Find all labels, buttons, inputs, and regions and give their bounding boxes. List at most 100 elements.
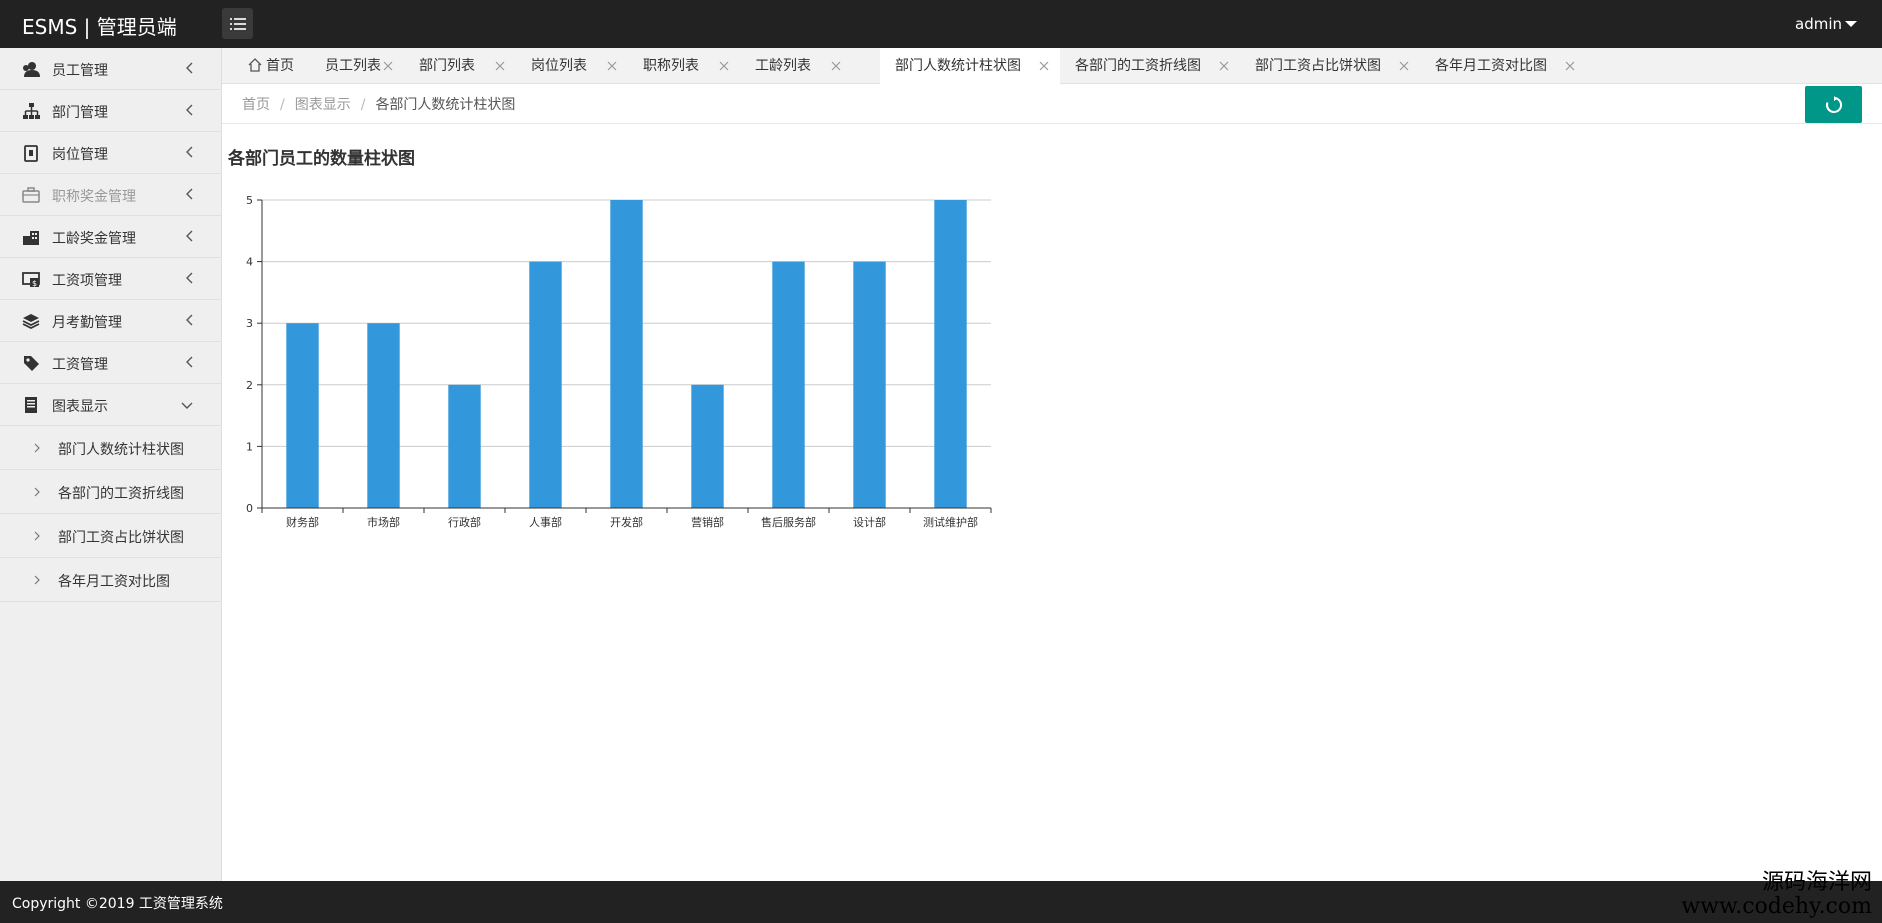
close-icon[interactable] (1398, 60, 1410, 72)
refresh-button[interactable] (1805, 86, 1862, 123)
breadcrumb-current: 各部门人数统计柱状图 (375, 97, 516, 113)
chevron-left-icon (185, 272, 193, 288)
bar[interactable] (448, 384, 481, 508)
bar[interactable] (610, 200, 643, 508)
x-tick-label: 测试维护部 (923, 515, 978, 529)
sidebar-subitem[interactable]: 各年月工资对比图 (0, 558, 221, 602)
breadcrumb-charts[interactable]: 图表显示 (295, 97, 351, 113)
users-icon (23, 62, 40, 77)
footer: Copyright ©2019 工资管理系统 源码海洋网 www.codehy.… (0, 871, 1882, 923)
chart-book-icon (25, 397, 37, 413)
x-tick-label: 市场部 (367, 515, 400, 529)
sidebar-item-label: 月考勤管理 (52, 315, 122, 331)
sidebar-item[interactable]: 工龄奖金管理 (0, 216, 221, 258)
close-icon[interactable] (1564, 60, 1576, 72)
refresh-icon (1825, 95, 1842, 113)
bar[interactable] (286, 323, 319, 508)
close-icon[interactable] (494, 60, 506, 72)
tab[interactable]: 各年月工资对比图 (1420, 48, 1586, 84)
sidebar-item[interactable]: 岗位管理 (0, 132, 221, 174)
badge-icon (24, 145, 38, 162)
copyright-text: Copyright ©2019 工资管理系统 (12, 896, 223, 912)
sidebar-item-label: 岗位管理 (52, 147, 108, 163)
sidebar-item-label: 部门管理 (52, 105, 108, 121)
chevron-left-icon (185, 356, 193, 372)
svg-text:$: $ (32, 279, 37, 288)
x-tick-label: 营销部 (691, 515, 724, 529)
close-icon[interactable] (1038, 60, 1050, 72)
chevron-down-icon (181, 398, 193, 414)
close-icon[interactable] (718, 60, 730, 72)
tab[interactable]: 职称列表 (628, 48, 740, 84)
sidebar-item[interactable]: 员工管理 (0, 48, 221, 90)
bar[interactable] (529, 261, 562, 508)
sidebar-item-label: 工龄奖金管理 (52, 231, 136, 247)
close-icon[interactable] (1218, 60, 1230, 72)
sidebar-subitem-label: 各年月工资对比图 (58, 574, 170, 590)
sidebar-item[interactable]: 月考勤管理 (0, 300, 221, 342)
tab[interactable]: 部门人数统计柱状图 (880, 48, 1060, 85)
chevron-left-icon (185, 104, 193, 120)
menu-toggle-button[interactable] (222, 8, 253, 39)
chevron-left-icon (185, 314, 193, 330)
sidebar-item-label: 图表显示 (52, 399, 108, 415)
tab-label: 职称列表 (643, 58, 699, 74)
sidebar-item[interactable]: 工资管理 (0, 342, 221, 384)
tab[interactable]: 首页 (240, 48, 310, 84)
bar[interactable] (367, 323, 400, 508)
user-menu[interactable]: admin (1795, 15, 1842, 33)
sidebar-subitem[interactable]: 各部门的工资折线图 (0, 470, 221, 514)
tab[interactable]: 员工列表 (310, 48, 404, 84)
bar[interactable] (772, 261, 805, 508)
tab[interactable]: 各部门的工资折线图 (1060, 48, 1240, 84)
tab[interactable]: 工龄列表 (740, 48, 852, 84)
sidebar-item[interactable]: 部门管理 (0, 90, 221, 132)
home-icon (248, 58, 262, 72)
caret-down-icon[interactable] (1845, 21, 1857, 27)
sitemap-icon (23, 103, 40, 119)
watermark-line2: www.codehy.com (1681, 894, 1872, 919)
sidebar-subitem[interactable]: 部门工资占比饼状图 (0, 514, 221, 558)
tab-label: 部门列表 (419, 58, 475, 74)
close-icon[interactable] (382, 60, 394, 72)
tab-label: 各部门的工资折线图 (1075, 58, 1201, 74)
close-icon[interactable] (830, 60, 842, 72)
chart-title: 各部门员工的数量柱状图 (228, 149, 415, 169)
sidebar-item[interactable]: $ 工资项管理 (0, 258, 221, 300)
sidebar-item[interactable]: 职称奖金管理 (0, 174, 221, 216)
tab-label: 各年月工资对比图 (1435, 58, 1547, 74)
chevron-right-icon (34, 573, 40, 589)
chevron-left-icon (185, 230, 193, 246)
tab[interactable]: 部门工资占比饼状图 (1240, 48, 1420, 84)
sidebar-item-label: 工资管理 (52, 357, 108, 373)
sidebar-subitem[interactable]: 部门人数统计柱状图 (0, 426, 221, 470)
x-tick-label: 行政部 (448, 515, 481, 529)
y-tick-label: 1 (246, 440, 253, 453)
list-icon (229, 17, 246, 30)
tab-label: 部门工资占比饼状图 (1255, 58, 1381, 74)
y-tick-label: 4 (246, 256, 253, 269)
breadcrumb: 首页 / 图表显示 / 各部门人数统计柱状图 (242, 94, 515, 114)
watermark-line1: 源码海洋网 (1761, 870, 1872, 895)
breadcrumb-home[interactable]: 首页 (242, 97, 270, 113)
y-tick-label: 2 (246, 379, 253, 392)
y-tick-label: 5 (246, 194, 253, 207)
bar-chart: 0 1 2 3 4 5 财务部 市场部 行政部 人事部 开发部 营销部 售后服务部 设计部 测试维护部 (246, 194, 992, 529)
tab[interactable]: 部门列表 (404, 48, 516, 84)
breadcrumb-separator: / (280, 97, 285, 113)
layers-icon (22, 314, 40, 330)
tab-label: 工龄列表 (755, 58, 811, 74)
top-navbar: ESMS | 管理员端 admin (0, 0, 1882, 48)
tab[interactable]: 岗位列表 (516, 48, 628, 84)
bar[interactable] (691, 384, 724, 508)
chevron-left-icon (185, 146, 193, 162)
bar[interactable] (853, 261, 886, 508)
sidebar-subitem-label: 部门人数统计柱状图 (58, 442, 184, 458)
breadcrumb-bar: 首页 / 图表显示 / 各部门人数统计柱状图 (222, 84, 1882, 124)
sidebar-item[interactable]: 图表显示 (0, 384, 221, 426)
chevron-left-icon (185, 62, 193, 78)
app-brand: ESMS | 管理员端 (22, 15, 177, 39)
tag-icon (24, 356, 39, 371)
bar[interactable] (934, 200, 967, 508)
close-icon[interactable] (606, 60, 618, 72)
